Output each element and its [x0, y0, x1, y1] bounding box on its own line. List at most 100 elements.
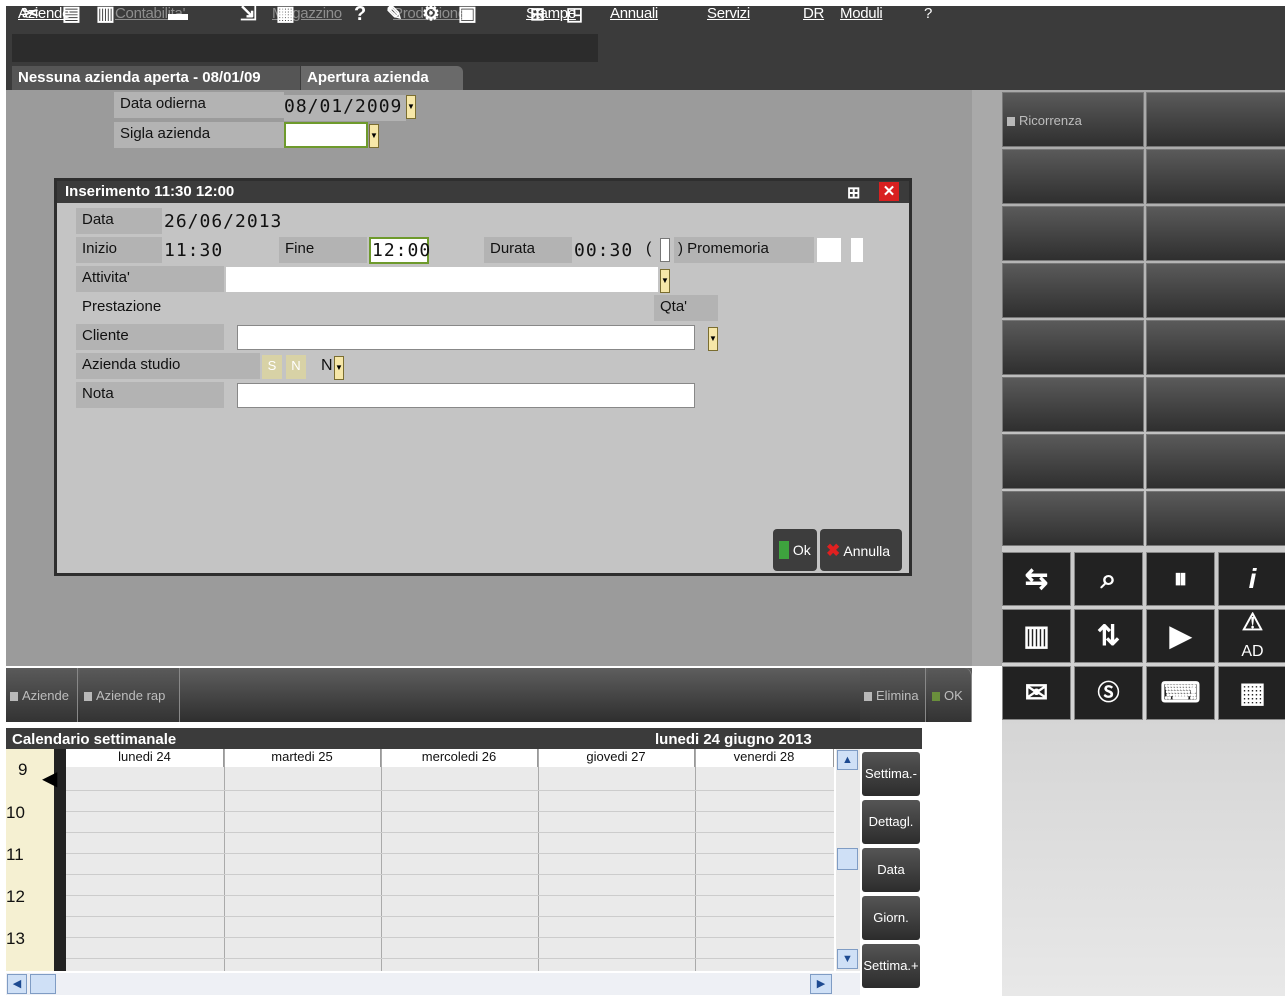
command-slot[interactable]: [1146, 263, 1285, 318]
slot-line: [66, 853, 834, 854]
elimina-icon: [864, 692, 872, 701]
dialog-close-icon[interactable]: ✕: [879, 182, 899, 201]
slot-line: [66, 937, 834, 938]
command-slot[interactable]: [1002, 434, 1144, 489]
calendar-grid[interactable]: [66, 767, 834, 971]
calendar-hscroll[interactable]: [6, 973, 860, 995]
dialog-maximize-icon[interactable]: ⊞: [847, 183, 860, 203]
sigla-azienda-input[interactable]: [284, 122, 368, 148]
aziende-button[interactable]: Aziende: [6, 668, 78, 722]
aziende-rap-label: Aziende rap: [96, 688, 166, 703]
menu-annuali[interactable]: Annuali: [610, 5, 658, 22]
document-icon[interactable]: ▦: [276, 2, 295, 26]
barcode-icon[interactable]: ▥: [1002, 609, 1071, 663]
cliente-dropdown[interactable]: ▼: [708, 327, 718, 351]
expand-icon[interactable]: ⊞: [530, 2, 545, 26]
command-slot[interactable]: [1002, 377, 1144, 432]
sort-icon[interactable]: ⇅: [1074, 609, 1143, 663]
vscroll-thumb[interactable]: [837, 848, 858, 870]
day-header[interactable]: mercoledi 26: [381, 749, 538, 767]
durata-value[interactable]: 00:30: [574, 240, 633, 261]
scroll-left-icon[interactable]: ◀: [7, 974, 27, 994]
menu-servizi[interactable]: Servizi: [707, 5, 750, 22]
keyboard-icon[interactable]: ⌨: [1146, 666, 1215, 720]
attivita-label: Attivita': [76, 266, 224, 292]
command-slot[interactable]: [1146, 206, 1285, 261]
tab-apertura-azienda[interactable]: Apertura azienda: [301, 66, 463, 90]
command-slot[interactable]: [1146, 149, 1285, 204]
command-slot[interactable]: [1002, 320, 1144, 375]
search-document-icon[interactable]: ⌕: [1074, 552, 1143, 606]
ricorrenza-button[interactable]: Ricorrenza: [1002, 92, 1144, 147]
info-icon[interactable]: i: [1218, 552, 1285, 606]
command-slot[interactable]: [1002, 263, 1144, 318]
calculator-icon[interactable]: ▣: [458, 2, 477, 26]
command-slot[interactable]: [1146, 377, 1285, 432]
data-odierna-field[interactable]: 08/01/2009: [284, 95, 406, 121]
settimana-next-button[interactable]: Settima.+: [862, 944, 920, 988]
paste-icon[interactable]: ▥: [96, 2, 115, 26]
data-odierna-dropdown[interactable]: ▼: [406, 95, 416, 119]
day-header[interactable]: venerdi 28: [695, 749, 834, 767]
restore-icon[interactable]: ◳: [566, 2, 583, 26]
fine-input[interactable]: 12:00: [369, 237, 430, 264]
command-slot[interactable]: [1002, 491, 1144, 546]
export-icon[interactable]: ⇲: [240, 2, 257, 26]
command-slot[interactable]: [1146, 320, 1285, 375]
promemoria-checkbox[interactable]: [660, 238, 670, 262]
command-slot[interactable]: [1002, 206, 1144, 261]
sw-logo-icon[interactable]: Ⓢ: [1074, 666, 1143, 720]
aziende-rap-button[interactable]: Aziende rap: [80, 668, 180, 722]
scroll-down-icon[interactable]: ▼: [837, 949, 858, 969]
day-header[interactable]: martedi 25: [224, 749, 381, 767]
data-button[interactable]: Data: [862, 848, 920, 892]
giorno-button[interactable]: Giorn.: [862, 896, 920, 940]
data-label: Data: [76, 208, 162, 234]
day-header[interactable]: lunedi 24: [66, 749, 224, 767]
azienda-studio-dropdown[interactable]: ▼: [334, 356, 344, 380]
promemoria-time-input[interactable]: [817, 238, 841, 262]
play-icon[interactable]: ▶: [1146, 609, 1215, 663]
printer-icon[interactable]: ▬: [168, 2, 188, 26]
command-slot[interactable]: [1146, 434, 1285, 489]
command-slot[interactable]: [1002, 149, 1144, 204]
warning-ad-icon[interactable]: ⚠ AD: [1218, 609, 1285, 663]
attivita-input[interactable]: [226, 267, 658, 292]
nota-input[interactable]: [237, 383, 695, 408]
day-header[interactable]: giovedi 27: [538, 749, 695, 767]
inizio-value[interactable]: 11:30: [164, 240, 223, 261]
calendar-title: Calendario settimanale: [12, 731, 177, 748]
attivita-dropdown[interactable]: ▼: [660, 269, 670, 293]
menu-dr[interactable]: DR: [803, 5, 824, 22]
notes-icon[interactable]: ✎: [386, 2, 403, 26]
grid-icon[interactable]: ▦: [1218, 666, 1285, 720]
promemoria-extra-input[interactable]: [851, 238, 863, 262]
dialog-annulla-button[interactable]: ✖ Annulla: [820, 529, 902, 571]
menu-help[interactable]: ?: [924, 5, 932, 22]
tools-icon[interactable]: ⚙: [422, 2, 440, 26]
sigla-azienda-dropdown[interactable]: ▼: [369, 124, 379, 148]
command-slot[interactable]: [1146, 92, 1285, 147]
switch-arrows-icon[interactable]: ⇆: [1002, 552, 1071, 606]
scroll-right-icon[interactable]: ▶: [810, 974, 832, 994]
mail-icon[interactable]: ✉: [1002, 666, 1071, 720]
cliente-input[interactable]: [237, 325, 695, 350]
data-value[interactable]: 26/06/2013: [164, 211, 282, 232]
dialog-ok-button[interactable]: Ok: [773, 529, 817, 571]
help-icon[interactable]: ?: [354, 2, 366, 26]
pause-icon[interactable]: ⏸: [1146, 552, 1215, 606]
scroll-up-icon[interactable]: ▲: [837, 750, 858, 770]
copy-icon[interactable]: ▤: [62, 2, 81, 26]
hscroll-thumb[interactable]: [30, 974, 56, 994]
elimina-button[interactable]: Elimina: [860, 668, 926, 722]
dettagli-button[interactable]: Dettagl.: [862, 800, 920, 844]
command-slot[interactable]: [1146, 491, 1285, 546]
azienda-studio-s-button[interactable]: S: [262, 355, 282, 379]
scissors-icon[interactable]: ✂: [22, 2, 39, 26]
azienda-studio-n-button[interactable]: N: [286, 355, 306, 379]
menu-moduli[interactable]: Moduli: [840, 5, 883, 22]
bottom-ok-button[interactable]: OK: [928, 668, 972, 722]
settimana-prev-button[interactable]: Settima.-: [862, 752, 920, 796]
azienda-studio-value[interactable]: N: [321, 357, 333, 375]
promemoria-label: ) Promemoria: [674, 237, 814, 263]
